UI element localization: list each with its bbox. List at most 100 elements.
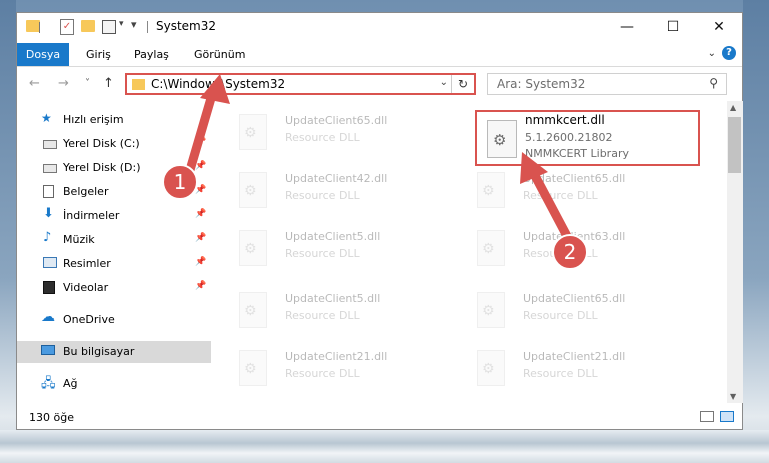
search-placeholder[interactable]: Ara: System32 bbox=[497, 77, 585, 91]
up-button[interactable]: ↑ bbox=[103, 76, 114, 91]
view-options-icon[interactable] bbox=[102, 20, 116, 34]
pin-icon: 📌 bbox=[195, 281, 207, 291]
sidebar-item-this-pc[interactable]: Bu bilgisayar bbox=[17, 341, 211, 363]
sidebar-item-onedrive[interactable]: ☁ OneDrive bbox=[17, 309, 211, 331]
tab-file[interactable]: Dosya bbox=[17, 43, 69, 66]
forward-button[interactable]: → bbox=[58, 76, 69, 91]
file-item[interactable]: UpdateClient42.dll Resource DLL bbox=[213, 165, 443, 221]
file-type: Resource DLL bbox=[285, 367, 360, 380]
file-item[interactable]: UpdateClient5.dll Resource DLL bbox=[213, 223, 443, 279]
status-bar: 130 öğe bbox=[17, 405, 742, 429]
pin-icon: 📌 bbox=[195, 161, 207, 171]
file-item[interactable]: UpdateClient65.dll Resource DLL bbox=[451, 165, 681, 221]
sidebar-item-drive-c[interactable]: Yerel Disk (C:) 📌 bbox=[17, 133, 211, 155]
file-name: UpdateClient65.dll bbox=[285, 114, 388, 127]
qa-dropdown-icon[interactable]: ▾ bbox=[131, 18, 137, 31]
dll-file-icon bbox=[487, 120, 517, 158]
details-view-icon[interactable] bbox=[700, 411, 714, 422]
dll-file-icon bbox=[239, 230, 267, 266]
search-box[interactable]: Ara: System32 ⚲ bbox=[487, 73, 727, 95]
scroll-thumb[interactable] bbox=[728, 117, 741, 173]
drive-icon bbox=[43, 140, 57, 149]
item-count: 130 öğe bbox=[29, 411, 74, 424]
sidebar-item-label: Ağ bbox=[63, 377, 78, 390]
search-icon[interactable]: ⚲ bbox=[709, 76, 718, 90]
music-icon: ♪ bbox=[43, 230, 52, 245]
pin-icon: 📌 bbox=[195, 209, 207, 219]
pin-icon: 📌 bbox=[195, 137, 207, 147]
sidebar-item-label: Yerel Disk (C:) bbox=[63, 137, 140, 150]
file-name: UpdateClient5.dll bbox=[285, 292, 381, 305]
network-icon: 🖧 bbox=[41, 376, 56, 391]
dll-file-icon bbox=[477, 172, 505, 208]
file-name: nmmkcert.dll bbox=[525, 113, 605, 127]
address-dropdown-icon[interactable]: ⌄ bbox=[440, 77, 448, 88]
file-name: UpdateClient21.dll bbox=[523, 350, 626, 363]
customize-qa-chevron-icon[interactable]: ▾ bbox=[119, 19, 124, 29]
navigation-pane: ★ Hızlı erişim Yerel Disk (C:) 📌 Yerel D… bbox=[17, 101, 211, 403]
sidebar-item-downloads[interactable]: ⬇ İndirmeler 📌 bbox=[17, 205, 211, 227]
back-button[interactable]: ← bbox=[29, 76, 40, 91]
pictures-icon bbox=[43, 257, 57, 268]
refresh-button[interactable]: ↻ bbox=[451, 75, 474, 93]
sidebar-item-quick-access[interactable]: ★ Hızlı erişim bbox=[17, 109, 211, 131]
file-type: Resource DLL bbox=[285, 309, 360, 322]
help-icon[interactable]: ? bbox=[722, 46, 736, 60]
sidebar-item-label: OneDrive bbox=[63, 313, 115, 326]
file-type: Resource DLL bbox=[523, 189, 598, 202]
recent-locations-button[interactable]: ˅ bbox=[85, 78, 90, 89]
file-item[interactable]: UpdateClient21.dll Resource DLL bbox=[213, 343, 443, 399]
dll-file-icon bbox=[239, 350, 267, 386]
tab-share[interactable]: Paylaş bbox=[134, 43, 169, 66]
new-folder-icon[interactable] bbox=[81, 20, 95, 32]
file-name: UpdateClient21.dll bbox=[285, 350, 388, 363]
dll-file-icon bbox=[477, 350, 505, 386]
address-path[interactable]: C:\Windows\System32 bbox=[151, 77, 285, 91]
step-1-badge: 1 bbox=[162, 164, 198, 200]
file-name: UpdateClient65.dll bbox=[523, 292, 626, 305]
sidebar-item-network[interactable]: 🖧 Ağ bbox=[17, 373, 211, 395]
large-icons-view-icon[interactable] bbox=[720, 411, 734, 422]
address-bar[interactable]: C:\Windows\System32 ⌄ ↻ bbox=[125, 73, 476, 95]
file-version: 5.1.2600.21802 bbox=[525, 131, 613, 144]
step-2-badge: 2 bbox=[552, 234, 588, 270]
folder-icon bbox=[26, 20, 40, 32]
sidebar-item-label: Müzik bbox=[63, 233, 95, 246]
ribbon-expand-chevron-icon[interactable]: ⌄ bbox=[708, 48, 716, 59]
tab-home[interactable]: Giriş bbox=[86, 43, 111, 66]
scroll-down-icon[interactable]: ▼ bbox=[730, 392, 736, 401]
tab-view[interactable]: Görünüm bbox=[194, 43, 245, 66]
dll-file-icon bbox=[239, 172, 267, 208]
highlighted-file-item[interactable]: nmmkcert.dll 5.1.2600.21802 NMMKCERT Lib… bbox=[475, 110, 700, 166]
computer-icon bbox=[41, 345, 55, 355]
file-item[interactable]: UpdateClient21.dll Resource DLL bbox=[451, 343, 681, 399]
sidebar-item-label: Hızlı erişim bbox=[63, 113, 124, 126]
folder-icon bbox=[132, 79, 145, 90]
close-button[interactable]: ✕ bbox=[696, 13, 742, 43]
file-type: Resource DLL bbox=[523, 309, 598, 322]
dll-file-icon bbox=[477, 230, 505, 266]
sidebar-item-videos[interactable]: Videolar 📌 bbox=[17, 277, 211, 299]
navigation-bar: ← → ˅ ↑ C:\Windows\System32 ⌄ ↻ Ara: Sys… bbox=[17, 67, 742, 101]
dll-file-icon bbox=[239, 292, 267, 328]
sidebar-item-pictures[interactable]: Resimler 📌 bbox=[17, 253, 211, 275]
file-name: UpdateClient65.dll bbox=[523, 172, 626, 185]
dll-file-icon bbox=[477, 292, 505, 328]
properties-icon[interactable]: ✓ bbox=[60, 19, 74, 35]
file-type: Resource DLL bbox=[285, 131, 360, 144]
minimize-button[interactable]: — bbox=[604, 13, 650, 43]
file-description: NMMKCERT Library bbox=[525, 147, 629, 160]
qa-separator bbox=[39, 22, 40, 33]
file-item[interactable]: UpdateClient65.dll Resource DLL bbox=[213, 107, 443, 163]
sidebar-item-music[interactable]: ♪ Müzik 📌 bbox=[17, 229, 211, 251]
sidebar-item-label: İndirmeler bbox=[63, 209, 120, 222]
vertical-scrollbar[interactable]: ▲ ▼ bbox=[727, 101, 743, 403]
scroll-up-icon[interactable]: ▲ bbox=[730, 103, 736, 112]
ribbon-tabs: Dosya Giriş Paylaş Görünüm bbox=[17, 43, 742, 67]
maximize-button[interactable]: ☐ bbox=[650, 13, 696, 43]
file-item[interactable]: UpdateClient65.dll Resource DLL bbox=[451, 285, 681, 341]
file-item[interactable]: UpdateClient5.dll Resource DLL bbox=[213, 285, 443, 341]
desktop-background-bottom bbox=[0, 430, 769, 463]
file-name: UpdateClient5.dll bbox=[285, 230, 381, 243]
desktop-background-left bbox=[0, 0, 16, 463]
